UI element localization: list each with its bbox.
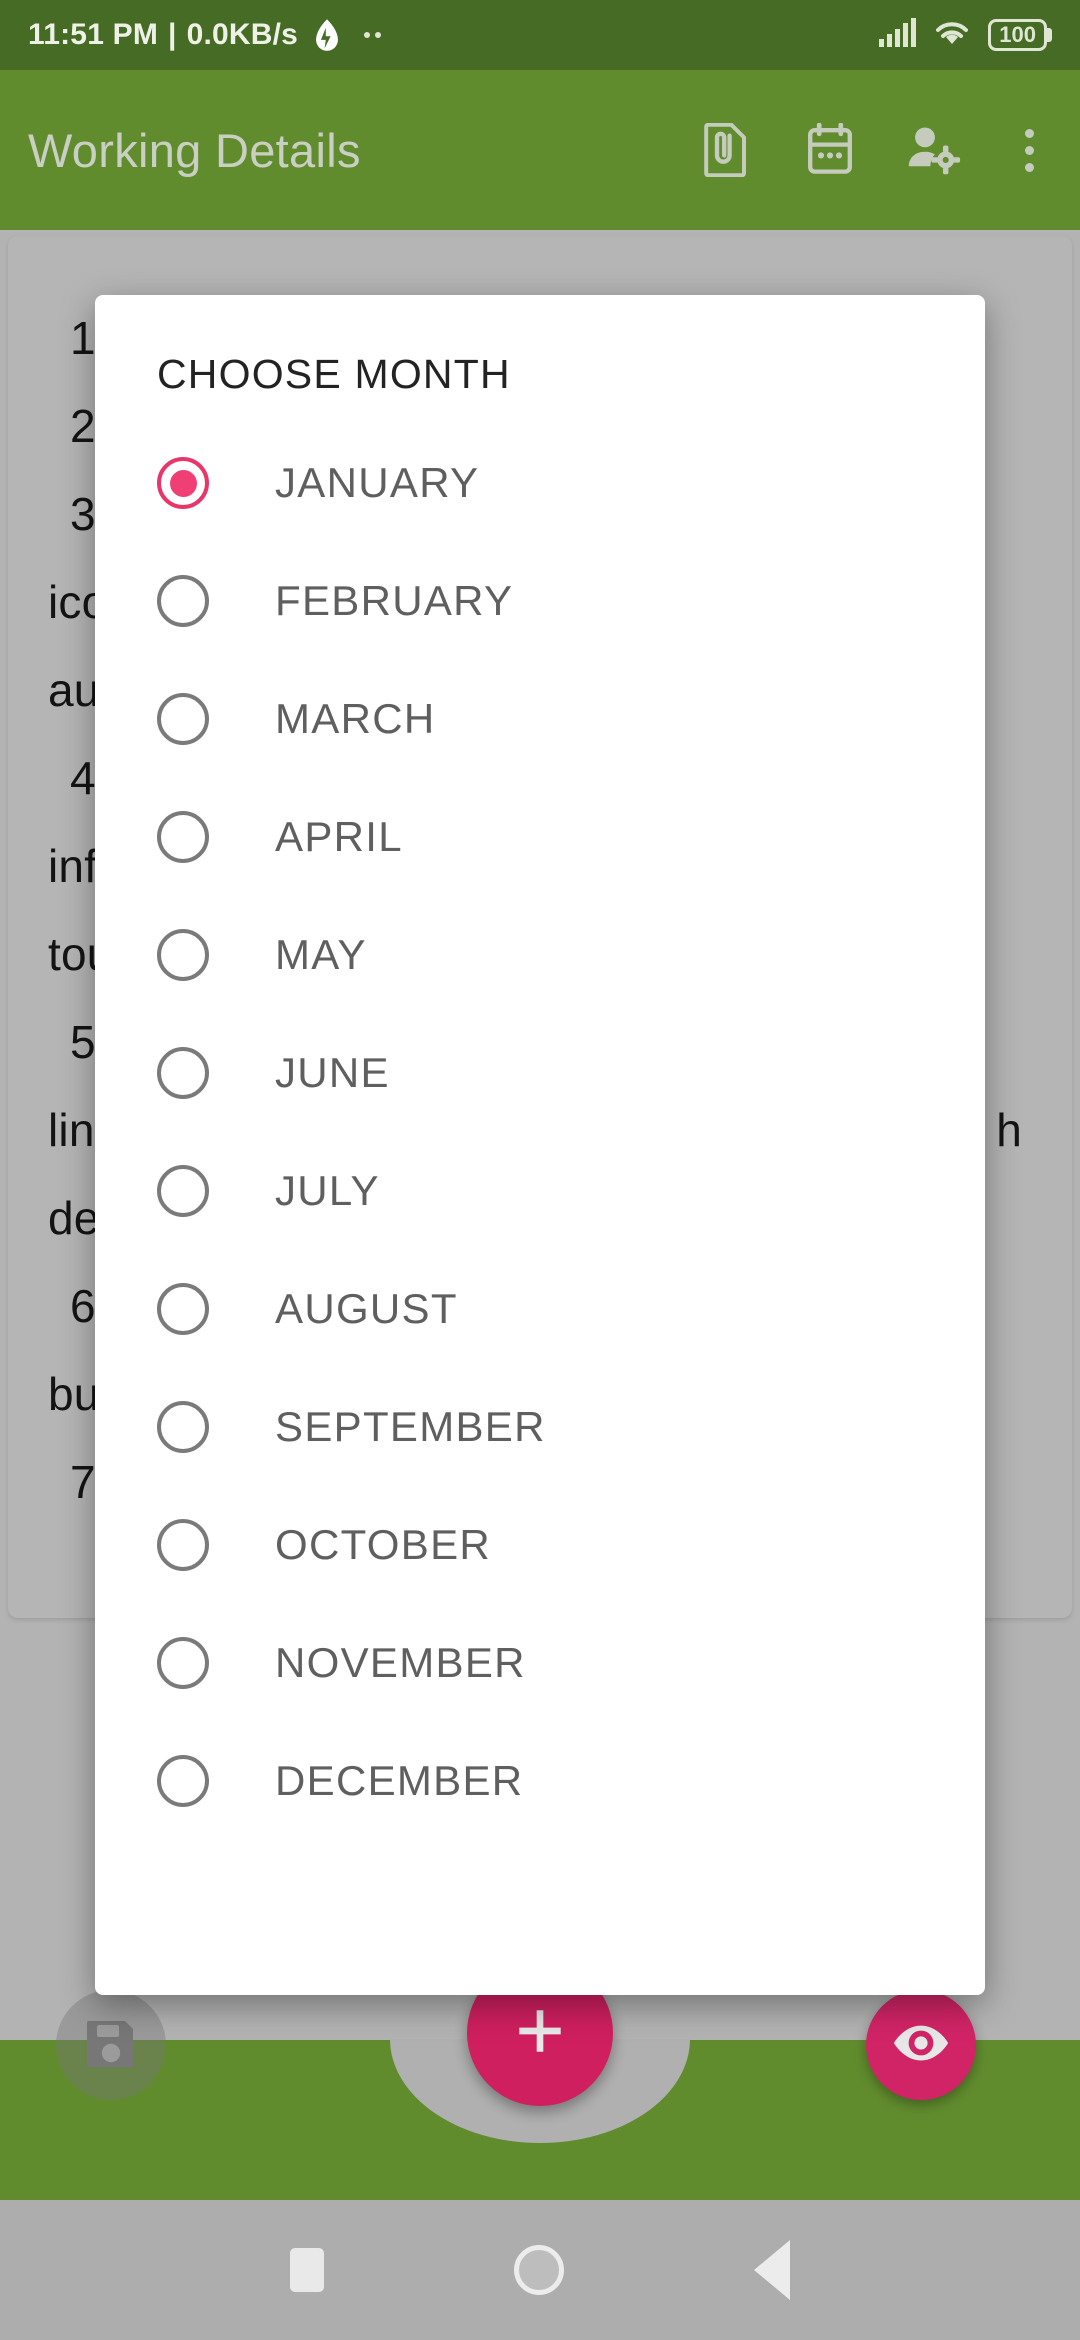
page-title: Working Details xyxy=(28,123,361,177)
month-option-august[interactable]: AUGUST xyxy=(95,1250,985,1368)
radio-icon[interactable] xyxy=(157,1283,209,1335)
attach-file-icon[interactable] xyxy=(699,123,753,177)
calendar-icon[interactable] xyxy=(803,123,857,177)
status-notification-dots xyxy=(364,32,382,38)
month-radio-list: JANUARY FEBRUARY MARCH APRIL MAY JUNE JU… xyxy=(95,424,985,1840)
wifi-icon xyxy=(932,18,972,53)
phone-screen: 11:51 PM | 0.0KB/s 100 Working Details 1… xyxy=(0,0,1080,2340)
month-option-label: MARCH xyxy=(275,695,436,742)
month-option-label: FEBRUARY xyxy=(275,577,514,624)
system-nav-bar xyxy=(0,2200,1080,2340)
app-bar-actions xyxy=(699,123,1052,178)
month-option-march[interactable]: MARCH xyxy=(95,660,985,778)
back-button[interactable] xyxy=(754,2240,790,2300)
status-bar-left: 11:51 PM | 0.0KB/s xyxy=(28,18,382,52)
status-network-speed: 0.0KB/s xyxy=(186,18,299,51)
radio-icon[interactable] xyxy=(157,1519,209,1571)
battery-icon: 100 xyxy=(988,19,1052,51)
add-icon xyxy=(511,2002,569,2065)
home-button[interactable] xyxy=(514,2245,564,2295)
radio-icon[interactable] xyxy=(157,693,209,745)
bg-text-right-fragment: h xyxy=(996,1104,1022,1156)
status-separator: | xyxy=(168,18,177,51)
radio-icon[interactable] xyxy=(157,1165,209,1217)
overflow-menu-icon[interactable] xyxy=(1011,123,1048,178)
battery-level: 100 xyxy=(988,19,1047,51)
recents-button[interactable] xyxy=(290,2248,324,2292)
radio-icon[interactable] xyxy=(157,1637,209,1689)
network-speed-icon xyxy=(312,18,342,52)
month-option-label: NOVEMBER xyxy=(275,1639,526,1686)
month-option-label: JANUARY xyxy=(275,459,480,506)
user-settings-icon[interactable] xyxy=(907,123,961,177)
radio-icon-selected[interactable] xyxy=(157,457,209,509)
month-option-january[interactable]: JANUARY xyxy=(95,424,985,542)
month-option-september[interactable]: SEPTEMBER xyxy=(95,1368,985,1486)
radio-icon[interactable] xyxy=(157,1047,209,1099)
app-bar: Working Details xyxy=(0,70,1080,230)
month-option-label: AUGUST xyxy=(275,1285,458,1332)
month-option-label: DECEMBER xyxy=(275,1757,524,1804)
month-option-february[interactable]: FEBRUARY xyxy=(95,542,985,660)
status-time: 11:51 PM xyxy=(28,18,159,51)
month-option-april[interactable]: APRIL xyxy=(95,778,985,896)
save-button[interactable] xyxy=(56,1990,166,2100)
status-bar: 11:51 PM | 0.0KB/s 100 xyxy=(0,0,1080,70)
month-option-label: MAY xyxy=(275,931,367,978)
month-option-july[interactable]: JULY xyxy=(95,1132,985,1250)
radio-icon[interactable] xyxy=(157,811,209,863)
month-option-may[interactable]: MAY xyxy=(95,896,985,1014)
month-option-december[interactable]: DECEMBER xyxy=(95,1722,985,1840)
month-option-november[interactable]: NOVEMBER xyxy=(95,1604,985,1722)
radio-icon[interactable] xyxy=(157,575,209,627)
month-option-june[interactable]: JUNE xyxy=(95,1014,985,1132)
signal-icon xyxy=(878,17,917,53)
month-option-label: JUNE xyxy=(275,1049,390,1096)
month-option-label: JULY xyxy=(275,1167,380,1214)
month-option-october[interactable]: OCTOBER xyxy=(95,1486,985,1604)
month-option-label: SEPTEMBER xyxy=(275,1403,546,1450)
eye-icon xyxy=(890,2021,952,2070)
save-icon xyxy=(83,2015,139,2076)
choose-month-dialog: CHOOSE MONTH JANUARY FEBRUARY MARCH APRI… xyxy=(95,295,985,1995)
radio-icon[interactable] xyxy=(157,929,209,981)
month-option-label: APRIL xyxy=(275,813,403,860)
status-bar-right: 100 xyxy=(878,17,1052,53)
dialog-title: CHOOSE MONTH xyxy=(157,351,511,397)
radio-icon[interactable] xyxy=(157,1755,209,1807)
radio-icon[interactable] xyxy=(157,1401,209,1453)
month-option-label: OCTOBER xyxy=(275,1521,492,1568)
view-button[interactable] xyxy=(866,1990,976,2100)
